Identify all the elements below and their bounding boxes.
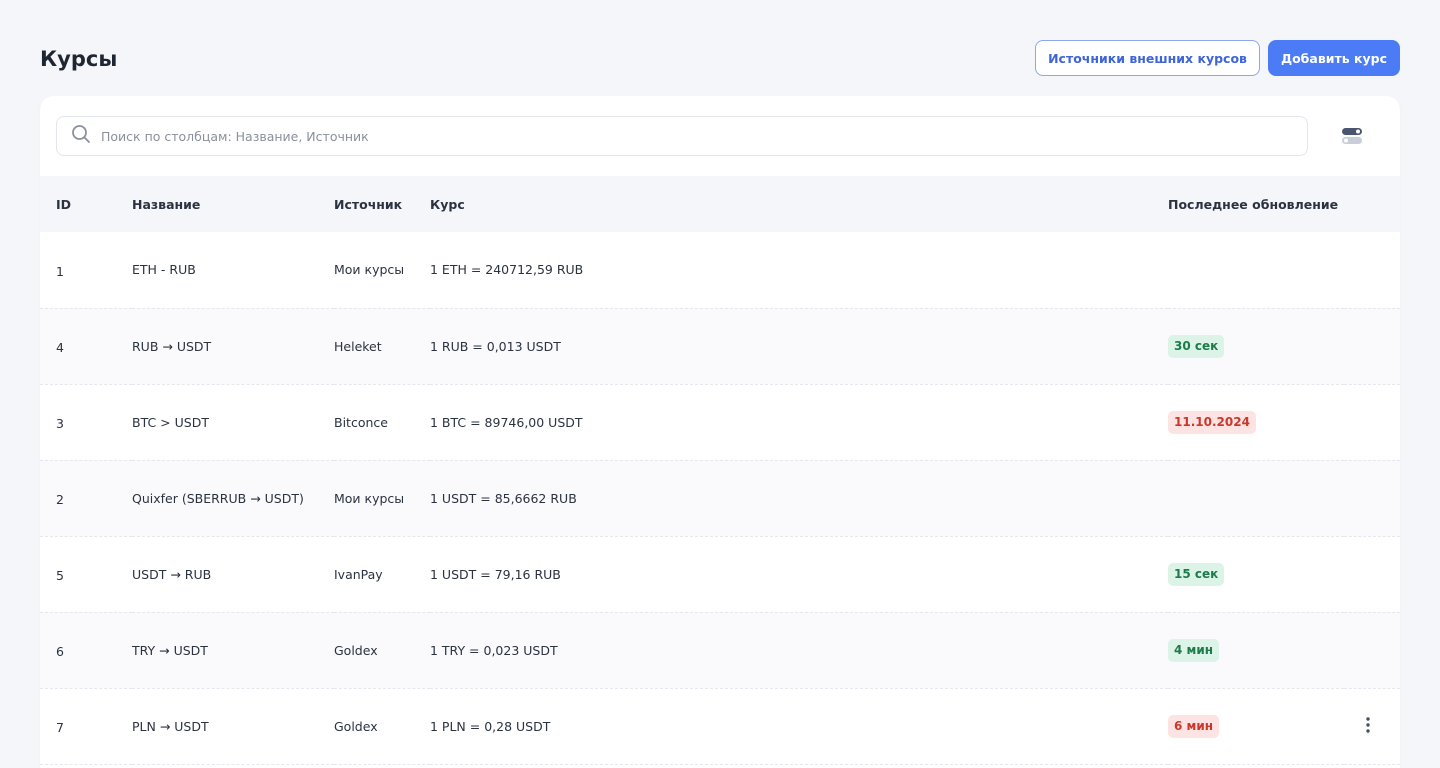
table-row[interactable]: 1 ETH - RUB Мои курсы 1 ETH = 240712,59 … [40, 232, 1400, 308]
cell-source: Мои курсы [334, 262, 405, 278]
cell-id: 1 [56, 263, 64, 279]
search-icon [71, 124, 91, 149]
cell-source: Heleket [334, 338, 382, 354]
search-box[interactable] [56, 116, 1308, 156]
cell-actions [1344, 232, 1400, 308]
rates-page: Курсы Источники внешних курсов Добавить … [0, 0, 1440, 768]
cell-last-update: 6 мин [1168, 688, 1344, 764]
header-actions: Источники внешних курсов Добавить курс [1035, 40, 1400, 76]
cell-rate: 1 USDT = 85,6662 RUB [430, 490, 577, 506]
cell-actions [1344, 688, 1400, 764]
status-badge: 6 мин [1168, 714, 1220, 738]
column-header-actions [1344, 176, 1400, 232]
cell-id: 3 [56, 416, 64, 431]
cell-rate: 1 ETH = 240712,59 RUB [430, 262, 584, 278]
cell-name: USDT → RUB [132, 566, 212, 582]
cell-actions [1344, 536, 1400, 612]
search-input[interactable] [101, 121, 1201, 151]
cell-name: TRY → USDT [132, 642, 208, 658]
column-header-rate[interactable]: Курс [430, 176, 1168, 232]
rates-card: ID Название Источник Курс Последнее обно… [40, 96, 1400, 768]
cell-last-update [1168, 232, 1344, 308]
table-row[interactable]: 3 BTC > USDT Bitconce 1 BTC = 89746,00 U… [40, 384, 1400, 460]
cell-name: PLN → USDT [132, 718, 209, 734]
cell-last-update [1168, 460, 1344, 536]
page-header: Курсы Источники внешних курсов Добавить … [40, 40, 1400, 76]
status-badge: 4 мин [1168, 638, 1220, 662]
table-header-row: ID Название Источник Курс Последнее обно… [40, 176, 1400, 232]
cell-id: 2 [56, 492, 64, 507]
cell-source: IvanPay [334, 566, 383, 582]
cell-source: Bitconce [334, 414, 388, 430]
cell-id: 7 [56, 720, 64, 735]
cell-rate: 1 USDT = 79,16 RUB [430, 566, 561, 582]
cell-rate: 1 BTC = 89746,00 USDT [430, 414, 583, 430]
columns-toggle-icon[interactable] [1341, 125, 1363, 147]
status-badge: 30 сек [1168, 334, 1225, 358]
table-body: 1 ETH - RUB Мои курсы 1 ETH = 240712,59 … [40, 232, 1400, 764]
cell-actions [1344, 612, 1400, 688]
page-title: Курсы [40, 47, 118, 71]
column-header-source[interactable]: Источник [334, 176, 430, 232]
cell-rate: 1 PLN = 0,28 USDT [430, 718, 551, 734]
cell-last-update: 15 сек [1168, 536, 1344, 612]
cell-actions [1344, 384, 1400, 460]
cell-actions [1344, 460, 1400, 536]
cell-id: 6 [56, 644, 64, 659]
table-row[interactable]: 7 PLN → USDT Goldex 1 PLN = 0,28 USDT 6 … [40, 688, 1400, 764]
cell-source: Мои курсы [334, 490, 405, 506]
cell-last-update: 30 сек [1168, 308, 1344, 384]
cell-id: 4 [56, 340, 64, 355]
table-row[interactable]: 6 TRY → USDT Goldex 1 TRY = 0,023 USDT 4… [40, 612, 1400, 688]
column-header-last-update[interactable]: Последнее обновление [1168, 176, 1344, 232]
cell-last-update: 4 мин [1168, 612, 1344, 688]
column-header-id[interactable]: ID [40, 176, 132, 232]
status-badge: 15 сек [1168, 562, 1225, 586]
add-rate-button[interactable]: Добавить курс [1267, 40, 1400, 76]
table-row[interactable]: 4 RUB → USDT Heleket 1 RUB = 0,013 USDT … [40, 308, 1400, 384]
more-vertical-icon[interactable] [1358, 715, 1378, 735]
external-sources-button[interactable]: Источники внешних курсов [1035, 40, 1260, 76]
cell-rate: 1 TRY = 0,023 USDT [430, 642, 558, 658]
search-row [40, 96, 1400, 176]
cell-id: 5 [56, 568, 64, 583]
cell-last-update: 11.10.2024 [1168, 384, 1344, 460]
cell-rate: 1 RUB = 0,013 USDT [430, 338, 561, 354]
cell-name: RUB → USDT [132, 338, 212, 354]
cell-name: BTC > USDT [132, 414, 209, 430]
table-row[interactable]: 5 USDT → RUB IvanPay 1 USDT = 79,16 RUB … [40, 536, 1400, 612]
cell-name: Quixfer (SBERRUB → USDT) [132, 490, 304, 506]
cell-source: Goldex [334, 642, 378, 658]
cell-actions [1344, 308, 1400, 384]
status-badge: 11.10.2024 [1168, 410, 1256, 434]
table-row[interactable]: 2 Quixfer (SBERRUB → USDT) Мои курсы 1 U… [40, 460, 1400, 536]
cell-source: Goldex [334, 718, 378, 734]
column-header-name[interactable]: Название [132, 176, 334, 232]
rates-table: ID Название Источник Курс Последнее обно… [40, 176, 1400, 765]
cell-name: ETH - RUB [132, 262, 196, 278]
